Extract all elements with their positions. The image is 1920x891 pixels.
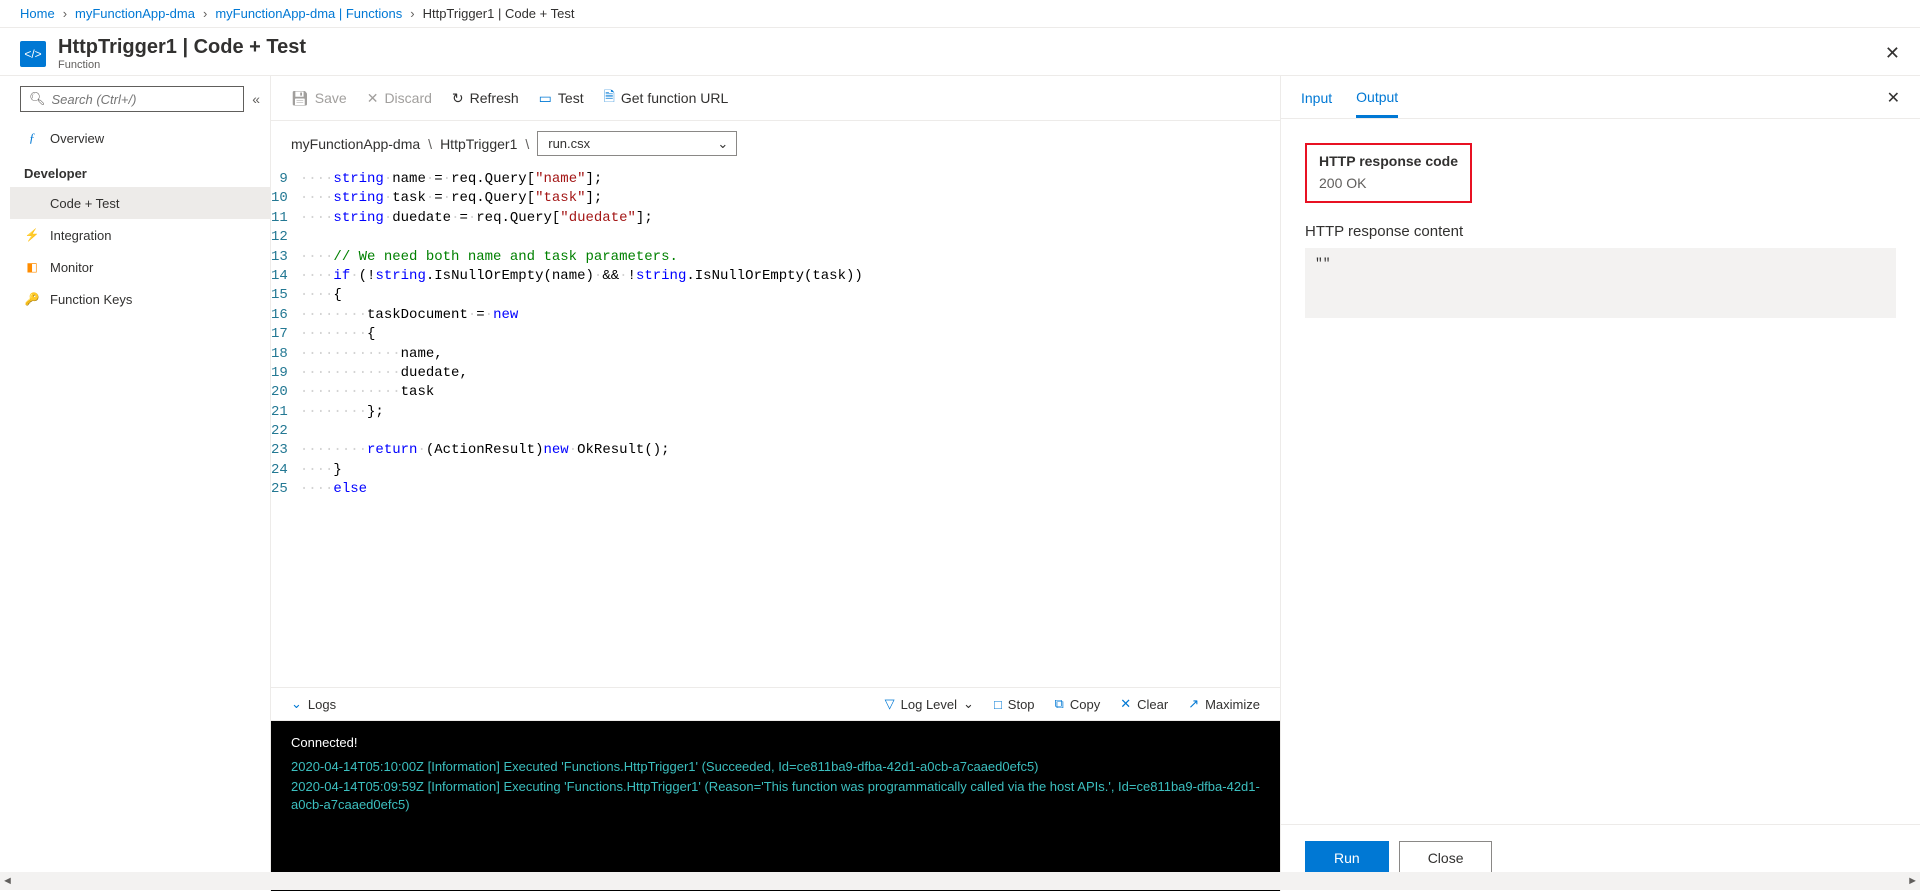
response-content-label: HTTP response content xyxy=(1305,223,1896,240)
sidebar-item-label: Function Keys xyxy=(50,292,132,307)
response-code-label: HTTP response code xyxy=(1319,153,1458,169)
selected-file: run.csx xyxy=(548,136,590,151)
sidebar: 🔍︎ « ƒ Overview Developer Code + Test ⚡ In… xyxy=(0,76,270,891)
sidebar-item-code-test[interactable]: Code + Test xyxy=(10,187,270,219)
sidebar-section-developer: Developer xyxy=(10,154,270,187)
file-selector[interactable]: run.csx ⌄ xyxy=(537,131,737,156)
test-panel-tabs: Input Output ✕ xyxy=(1281,76,1920,119)
chevron-right-icon: › xyxy=(203,6,207,21)
run-button[interactable]: Run xyxy=(1305,841,1389,875)
page-title: HttpTrigger1 | Code + Test xyxy=(58,36,306,59)
chevron-right-icon: › xyxy=(63,6,67,21)
log-entry: 2020-04-14T05:09:59Z [Information] Execu… xyxy=(291,778,1260,814)
nav-icon: 🔑 xyxy=(24,291,40,307)
get-function-url-button[interactable]: 🗎 Get function URL xyxy=(604,86,729,110)
clear-button[interactable]: ✕ Clear xyxy=(1120,696,1168,712)
search-icon: 🔍︎ xyxy=(29,91,46,107)
path-func: HttpTrigger1 xyxy=(440,136,517,152)
response-code-box: HTTP response code 200 OK xyxy=(1305,143,1472,203)
close-test-panel-button[interactable]: ✕ xyxy=(1887,88,1900,118)
breadcrumb: Home › myFunctionApp-dma › myFunctionApp… xyxy=(0,0,1920,28)
discard-button[interactable]: ✕ Discard xyxy=(367,90,432,107)
filter-icon: ▽ xyxy=(885,696,895,712)
path-sep: \ xyxy=(525,136,529,152)
log-console[interactable]: Connected! 2020-04-14T05:10:00Z [Informa… xyxy=(271,721,1280,891)
toolbar: 💾︎ Save ✕ Discard ↻ Refresh ▭ Test 🗎 Get… xyxy=(271,76,1280,121)
nav-icon: ◧ xyxy=(24,259,40,275)
content-area: 💾︎ Save ✕ Discard ↻ Refresh ▭ Test 🗎 Get… xyxy=(270,76,1280,891)
test-icon: ▭ xyxy=(539,90,552,107)
sidebar-item-monitor[interactable]: ◧ Monitor xyxy=(10,251,270,283)
chevron-down-icon: ⌄ xyxy=(963,696,974,712)
path-sep: \ xyxy=(428,136,432,152)
sidebar-item-label: Code + Test xyxy=(50,196,120,211)
test-button[interactable]: ▭ Test xyxy=(539,90,584,107)
stop-button[interactable]: □ Stop xyxy=(994,697,1035,712)
chevron-right-icon: › xyxy=(410,6,414,21)
copy-icon: ⧉ xyxy=(1055,696,1064,712)
file-path-row: myFunctionApp-dma \ HttpTrigger1 \ run.c… xyxy=(271,121,1280,166)
refresh-icon: ↻ xyxy=(452,90,464,107)
code-editor[interactable]: 910111213141516171819202122232425 ····st… xyxy=(271,166,1280,687)
sidebar-item-function-keys[interactable]: 🔑 Function Keys xyxy=(10,283,270,315)
sidebar-item-label: Integration xyxy=(50,228,111,243)
tab-output[interactable]: Output xyxy=(1356,89,1398,118)
chevron-down-icon: ⌄ xyxy=(291,696,302,712)
response-code-value: 200 OK xyxy=(1319,175,1458,191)
path-app: myFunctionApp-dma xyxy=(291,136,420,152)
discard-icon: ✕ xyxy=(367,90,379,107)
line-gutter: 910111213141516171819202122232425 xyxy=(271,166,300,687)
log-entry: 2020-04-14T05:10:00Z [Information] Execu… xyxy=(291,758,1260,776)
chevron-down-icon: ⌄ xyxy=(717,136,728,152)
log-level-button[interactable]: ▽ Log Level ⌄ xyxy=(885,696,974,712)
sidebar-item-integration[interactable]: ⚡ Integration xyxy=(10,219,270,251)
tab-input[interactable]: Input xyxy=(1301,90,1332,116)
code-body[interactable]: ····string·name·=·req.Query["name"];····… xyxy=(300,166,1280,687)
breadcrumb-home[interactable]: Home xyxy=(20,6,55,21)
copy-button[interactable]: ⧉ Copy xyxy=(1055,696,1101,712)
horizontal-scrollbar[interactable]: ◄ ► xyxy=(0,872,1920,890)
url-icon: 🗎 xyxy=(604,86,615,110)
save-button[interactable]: 💾︎ Save xyxy=(291,90,347,107)
breadcrumb-functions[interactable]: myFunctionApp-dma | Functions xyxy=(215,6,402,21)
console-connected: Connected! xyxy=(291,735,1260,750)
save-icon: 💾︎ xyxy=(291,90,309,107)
search-box[interactable]: 🔍︎ xyxy=(20,86,244,112)
sidebar-item-label: Overview xyxy=(50,131,104,146)
sidebar-item-label: Monitor xyxy=(50,260,93,275)
close-button[interactable]: ✕ xyxy=(1885,43,1900,64)
function-icon: ƒ xyxy=(24,130,40,146)
maximize-icon: ↗ xyxy=(1188,696,1199,712)
collapse-sidebar-button[interactable]: « xyxy=(252,91,260,107)
nav-icon xyxy=(24,195,40,211)
breadcrumb-current: HttpTrigger1 | Code + Test xyxy=(423,6,575,21)
code-icon: </> xyxy=(20,41,46,67)
stop-icon: □ xyxy=(994,697,1002,712)
scroll-right-icon[interactable]: ► xyxy=(1907,875,1918,887)
logs-toolbar: ⌄ Logs ▽ Log Level ⌄ □ Stop ⧉ Copy xyxy=(271,687,1280,721)
refresh-button[interactable]: ↻ Refresh xyxy=(452,90,519,107)
response-content-box[interactable]: "" xyxy=(1305,248,1896,318)
logs-toggle[interactable]: ⌄ Logs xyxy=(291,696,336,712)
search-input[interactable] xyxy=(52,92,236,107)
maximize-button[interactable]: ↗ Maximize xyxy=(1188,696,1260,712)
page-header: </> HttpTrigger1 | Code + Test Function … xyxy=(0,28,1920,76)
test-panel: Input Output ✕ HTTP response code 200 OK… xyxy=(1280,76,1920,891)
page-subtitle: Function xyxy=(58,59,306,71)
breadcrumb-app[interactable]: myFunctionApp-dma xyxy=(75,6,195,21)
clear-icon: ✕ xyxy=(1120,696,1131,712)
close-button[interactable]: Close xyxy=(1399,841,1493,875)
nav-icon: ⚡ xyxy=(24,227,40,243)
sidebar-item-overview[interactable]: ƒ Overview xyxy=(10,122,270,154)
scroll-left-icon[interactable]: ◄ xyxy=(2,875,13,887)
output-body: HTTP response code 200 OK HTTP response … xyxy=(1281,119,1920,824)
